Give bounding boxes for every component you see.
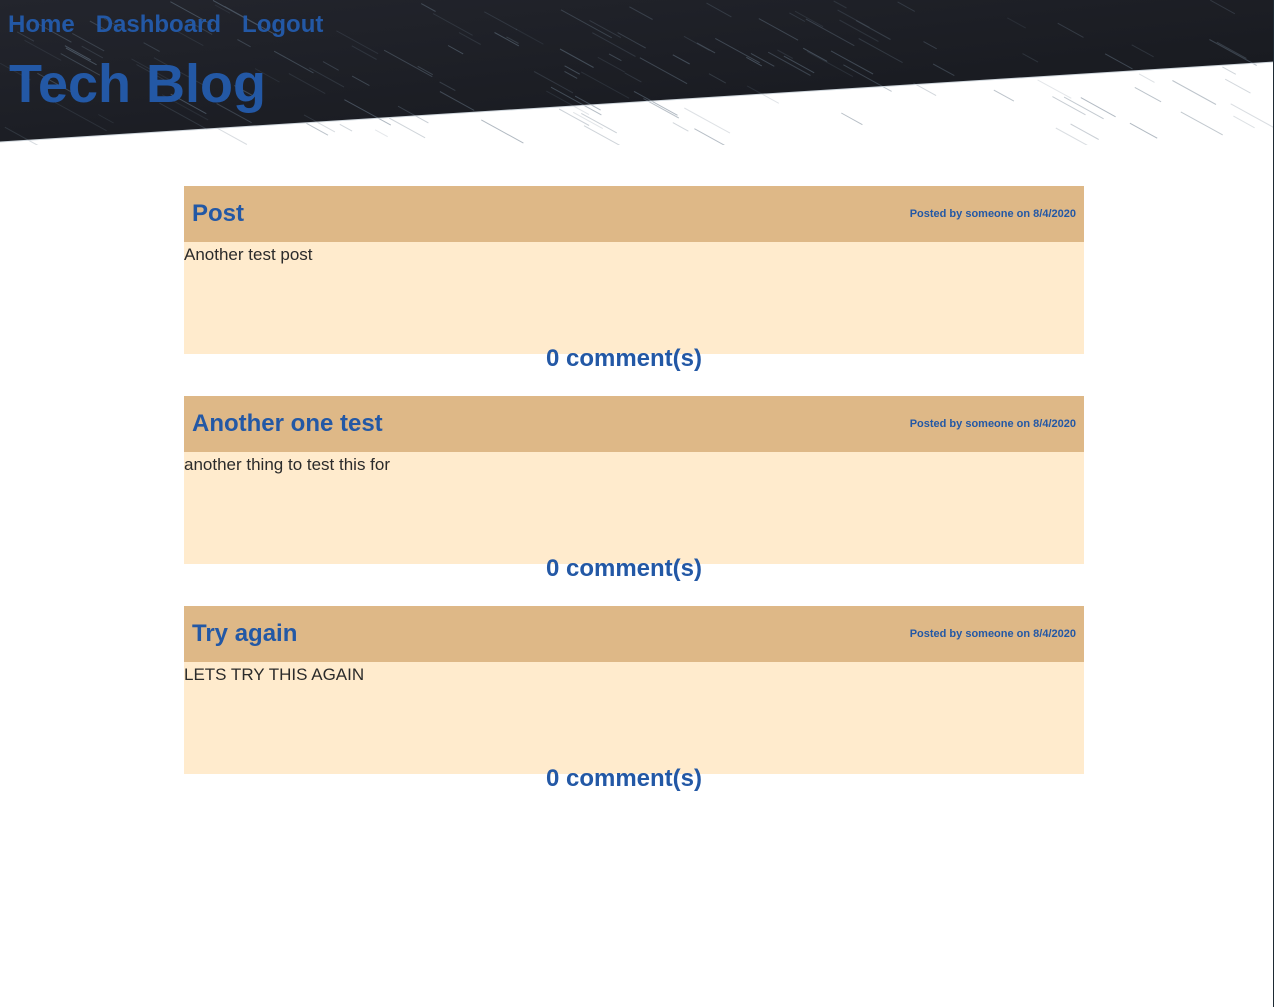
post-header: Another one test Posted by someone on 8/… <box>184 396 1084 452</box>
star-streak <box>1224 78 1251 94</box>
post-meta: Posted by someone on 8/4/2020 <box>909 628 1076 640</box>
post-title[interactable]: Post <box>192 200 244 228</box>
star-streak <box>684 107 731 134</box>
post-meta: Posted by someone on 8/4/2020 <box>909 418 1076 430</box>
star-streak <box>216 127 248 145</box>
star-streak <box>1233 115 1255 129</box>
post-card: Another one test Posted by someone on 8/… <box>184 396 1084 606</box>
star-streak <box>481 119 524 144</box>
star-streak <box>1180 111 1223 136</box>
post-body: another thing to test this for <box>184 452 1084 564</box>
post-body: Another test post <box>184 242 1084 354</box>
post-title[interactable]: Another one test <box>192 410 383 438</box>
star-streak <box>572 111 604 130</box>
post-header: Post Posted by someone on 8/4/2020 <box>184 186 1084 242</box>
star-streak <box>374 129 388 138</box>
star-streak <box>306 122 329 136</box>
post-header: Try again Posted by someone on 8/4/2020 <box>184 606 1084 662</box>
top-nav: Home Dashboard Logout <box>8 10 344 40</box>
star-streak <box>1055 127 1088 145</box>
star-streak <box>1070 123 1099 140</box>
star-streak <box>1222 66 1237 75</box>
star-streak <box>913 82 937 97</box>
star-streak <box>1129 122 1158 139</box>
star-streak <box>558 108 590 126</box>
star-streak <box>388 117 426 139</box>
star-streak <box>1063 96 1104 120</box>
star-streak <box>1138 73 1155 83</box>
nav-logout-link[interactable]: Logout <box>242 10 323 40</box>
site-title: Tech Blog <box>9 54 267 114</box>
post-list: Post Posted by someone on 8/4/2020 Anoth… <box>184 186 1084 816</box>
post-card: Post Posted by someone on 8/4/2020 Anoth… <box>184 186 1084 396</box>
star-streak <box>841 112 863 126</box>
post-meta: Posted by someone on 8/4/2020 <box>909 208 1076 220</box>
page: Home Dashboard Logout Tech Blog Post Pos… <box>0 0 1274 1007</box>
star-streak <box>993 89 1015 102</box>
star-streak <box>672 122 689 132</box>
star-streak <box>1134 86 1162 103</box>
star-streak <box>1037 79 1072 99</box>
star-streak <box>339 123 353 132</box>
star-streak <box>1080 97 1116 118</box>
post-body: LETS TRY THIS AGAIN <box>184 662 1084 774</box>
star-streak <box>583 125 621 145</box>
post-title[interactable]: Try again <box>192 620 297 648</box>
post-comments-link[interactable]: 0 comment(s) <box>184 554 1064 584</box>
nav-dashboard-link[interactable]: Dashboard <box>96 10 221 40</box>
nav-home-link[interactable]: Home <box>8 10 75 40</box>
post-comments-link[interactable]: 0 comment(s) <box>184 344 1064 374</box>
star-streak <box>581 112 618 134</box>
star-streak <box>1172 80 1217 105</box>
post-comments-link[interactable]: 0 comment(s) <box>184 764 1064 794</box>
post-card: Try again Posted by someone on 8/4/2020 … <box>184 606 1084 816</box>
